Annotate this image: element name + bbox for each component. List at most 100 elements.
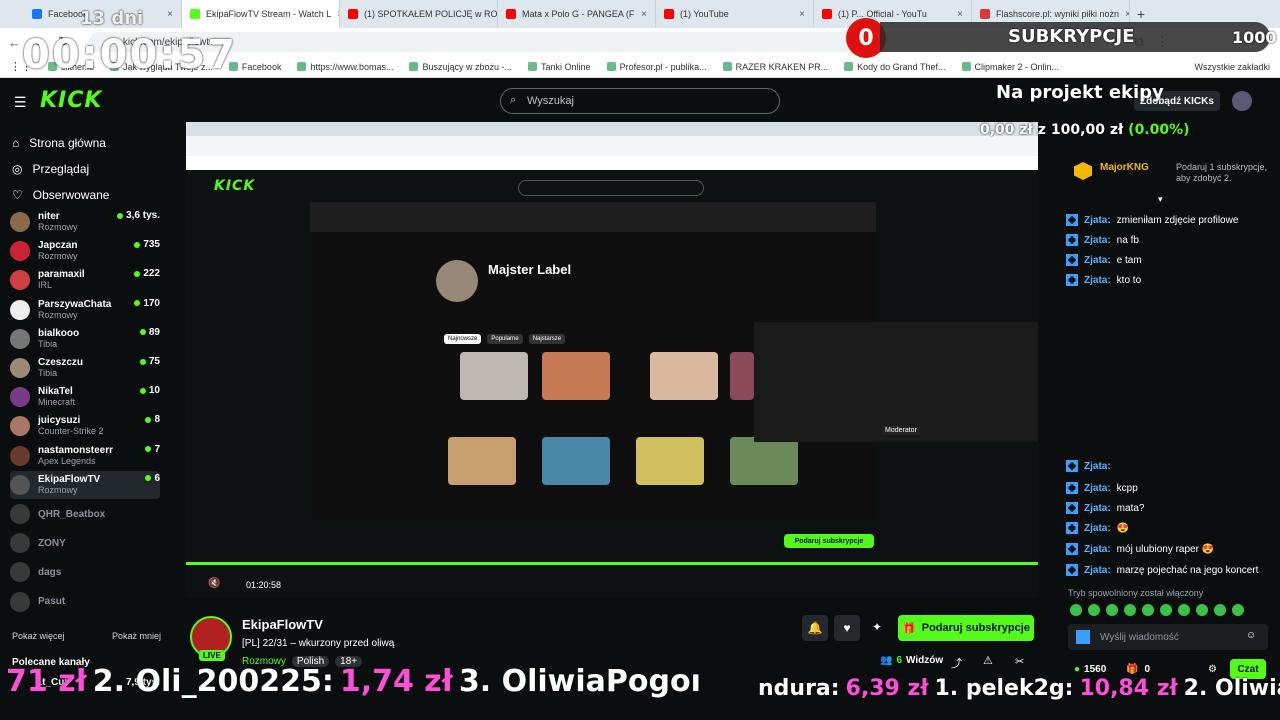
browser-tab[interactable]: (1) YouTube × [656,0,814,28]
channel-name: NikaTel [38,386,73,398]
sidebar-channel[interactable]: bialkooo Tibia 89 [10,325,160,353]
browser-tab[interactable]: Mata x Polo G - PANGEA (F × [498,0,656,28]
chat-username[interactable]: Zjata: [1084,461,1111,472]
clip-icon[interactable]: ✂ [1015,655,1024,668]
sidebar-channel[interactable]: niter Rozmowy 3,6 tys. [10,208,160,236]
top-gifter-badge-icon [1074,162,1092,180]
channel-viewers: 75 [140,356,160,367]
tab-label: (1) P... Official - YouTu [838,9,927,19]
top-gifter-name[interactable]: MajorKNG [1100,162,1149,173]
kick-logo[interactable]: KICK [40,88,102,113]
bookmark-item[interactable]: Buszujący w zbożu -... [409,62,512,72]
video-player[interactable]: KICK Majster Label Najnowsze Popularne N… [186,122,1038,598]
chat-username[interactable]: Zjata: [1084,565,1111,576]
chat-username[interactable]: Zjata: [1084,544,1111,555]
all-bookmarks-link[interactable]: Wszystkie zakładki [1194,62,1270,72]
sidebar-channel[interactable]: Czeszczu Tibia 75 [10,354,160,382]
sidebar-channel[interactable]: paramaxil IRL 222 [10,266,160,294]
share-icon[interactable]: ⤴ [951,655,962,671]
inner-search [518,180,704,196]
chat-message: Zjata: kcpp [1066,482,1138,494]
streamer-name[interactable]: EkipaFlowTV [242,617,323,632]
hamburger-menu-icon[interactable]: ☰ [14,94,27,111]
bookmark-item[interactable]: https://www.bomas... [297,62,393,72]
notification-bell-icon[interactable]: 🔔 [802,615,828,641]
sidebar-channel[interactable]: ZONY [10,529,160,557]
channel-viewers: 10 [140,385,160,396]
sidebar-nav-item[interactable]: ♡ Obserwowane [0,182,170,208]
ticker-amount: 71 zł [6,664,87,699]
follow-heart-icon[interactable]: ♥ [834,615,860,641]
channel-name: bialkooo [38,327,80,339]
user-avatar[interactable] [1232,91,1252,111]
show-more-link[interactable]: Pokaż więcej [12,631,65,641]
browser-tab[interactable]: (1) SPOTKAŁEM POLICJĘ w RO× [340,0,498,28]
chat-username[interactable]: Zjata: [1084,523,1111,534]
yt-thumbnail [730,437,798,485]
chat-message: Zjata: 😍 [1066,522,1129,534]
bookmark-item[interactable]: Clipmaker 2 - Onlin... [961,62,1059,72]
chat-settings-icon[interactable]: ⚙ [1208,664,1217,675]
show-less-link[interactable]: Pokaż mniej [112,631,161,641]
tab-close-icon[interactable]: × [167,9,173,20]
tab-close-icon[interactable]: × [799,9,805,20]
kicks-balance[interactable]: ● 1560 [1074,664,1106,675]
chat-username[interactable]: Zjata: [1084,503,1111,514]
channel-avatar [10,533,30,554]
bookmark-item[interactable]: Tanki Online [528,62,591,72]
bookmark-item[interactable]: Profesor.pl - publika... [606,62,707,72]
bookmark-item[interactable]: RAZER KRAKEN PR... [722,62,828,72]
emote-icon[interactable] [1124,604,1136,616]
emote-icon[interactable] [1106,604,1118,616]
yt-thumbnail [542,437,610,485]
back-icon[interactable]: ← [8,35,21,50]
emote-icon[interactable] [1160,604,1172,616]
gift-subscription-button[interactable]: 🎁 Podaruj subskrypcje [898,615,1034,641]
search-input[interactable]: Wyszukaj [500,88,780,114]
yt-filter: Najnowsze [444,334,482,344]
sidebar-channel[interactable]: Pasut [10,588,160,616]
slow-mode-notice: Tryb spowolniony został włączony [1068,588,1204,598]
chat-username[interactable]: Zjata: [1084,255,1111,266]
bookmark-item[interactable]: Kody do Grand Thef... [844,62,946,72]
chat-username[interactable]: Zjata: [1084,235,1111,246]
sidebar-channel[interactable]: juicysuzi Counter-Strike 2 8 [10,412,160,440]
emoji-picker-icon[interactable]: ☺ [1246,630,1256,641]
chat-username[interactable]: Zjata: [1084,275,1111,286]
sidebar-channel[interactable]: ParszywaChata Rozmowy 170 [10,296,160,324]
browser-tab[interactable]: EkipaFlowTV Stream - Watch L× [182,0,340,28]
chat-text: marzę pojechać na jego koncert [1116,564,1259,576]
sidebar-nav-item[interactable]: ⌂ Strona główna [0,130,170,156]
sidebar-channel[interactable]: nastamonsteerr Apex Legends 7 [10,442,160,470]
gifts-balance[interactable]: 🎁 0 [1126,664,1150,675]
collapse-chevron-icon[interactable]: ▾ [1158,194,1163,205]
sidebar-nav-item[interactable]: ◎ Przeglądaj [0,156,170,182]
tab-label: Mata x Polo G - PANGEA (F [522,9,635,19]
sidebar-channel[interactable]: Japczan Rozmowy 735 [10,237,160,265]
emote-icon[interactable] [1142,604,1154,616]
project-goal-title: Na projekt ekipy [996,82,1164,103]
sidebar-channel[interactable]: NikaTel Minecraft 10 [10,383,160,411]
sidebar-channel[interactable]: dags [10,558,160,586]
inner-screen-header [310,202,876,232]
yt-filter: Najstarsze [528,334,566,344]
progress-bar[interactable] [186,562,1038,565]
sparkle-icon[interactable]: ✦ [872,620,882,634]
tab-close-icon[interactable]: × [641,9,647,20]
sidebar-channel[interactable]: QHR_Beatbox [10,500,160,528]
chat-username[interactable]: Zjata: [1084,215,1111,226]
volume-icon[interactable]: 🔇 [208,578,220,589]
emote-icon[interactable] [1088,604,1100,616]
emote-icon[interactable] [1232,604,1244,616]
report-icon[interactable]: ⚠ [983,654,993,667]
emote-icon[interactable] [1196,604,1208,616]
sidebar-channel[interactable]: EkipaFlowTV Rozmowy 6 [10,470,160,499]
new-tab-button[interactable]: + [1130,6,1152,22]
emote-icon[interactable] [1214,604,1226,616]
tab-close-icon[interactable]: × [957,9,963,20]
emote-icon[interactable] [1070,604,1082,616]
compass-icon: ◎ [12,162,23,176]
chat-username[interactable]: Zjata: [1084,483,1111,494]
emote-icon[interactable] [1178,604,1190,616]
chat-input[interactable]: Wyślij wiadomość [1068,624,1268,650]
